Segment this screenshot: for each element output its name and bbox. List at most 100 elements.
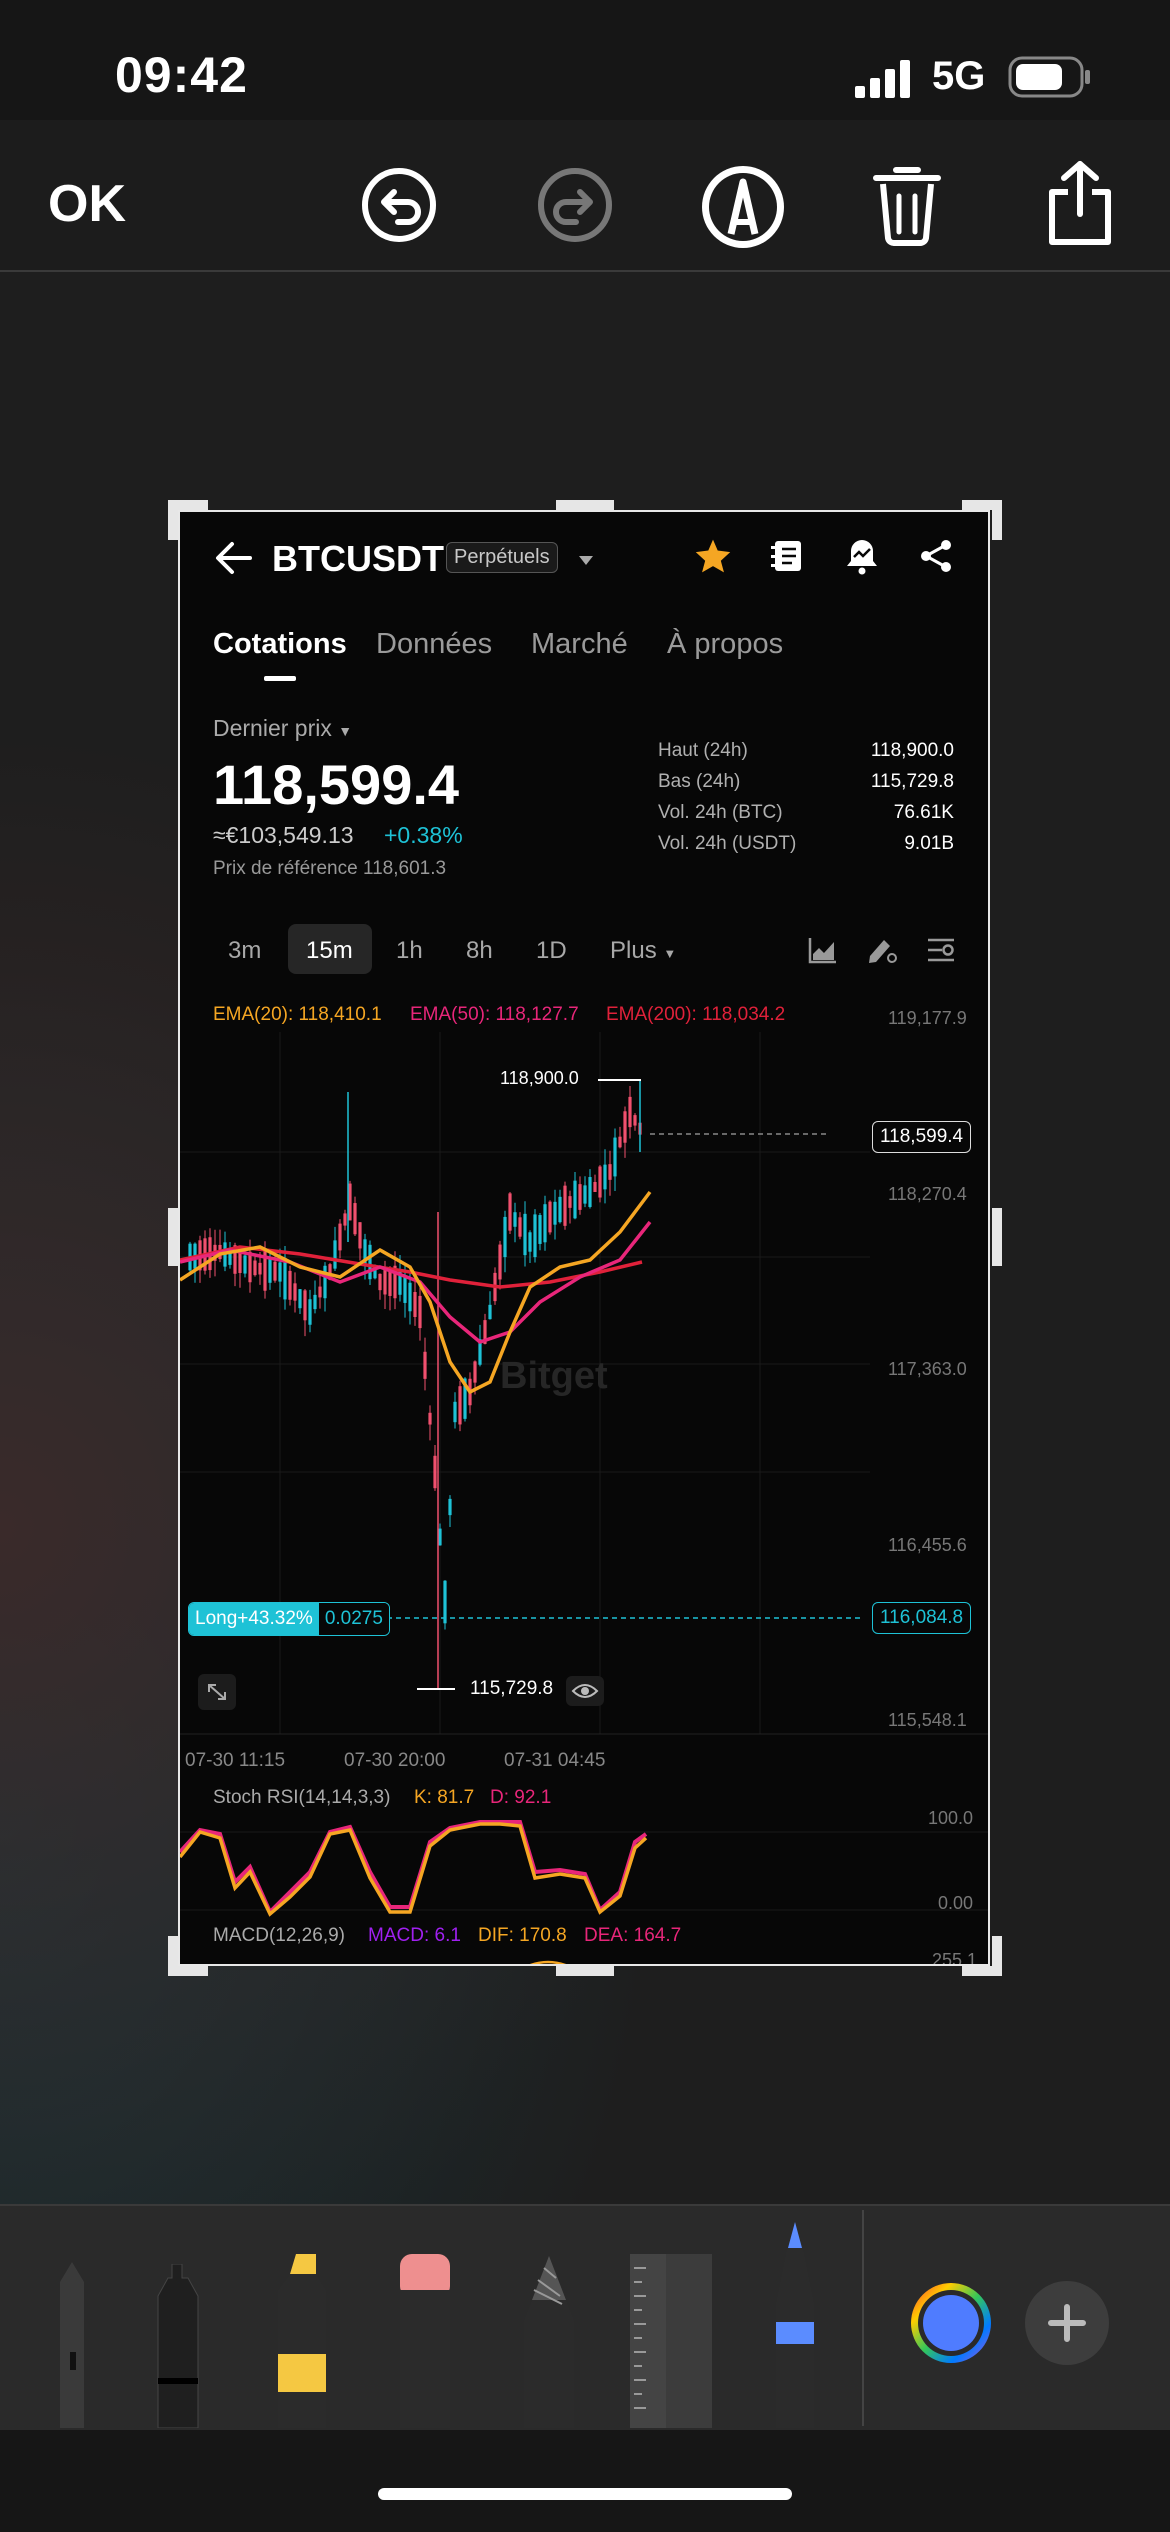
status-time: 09:42 (115, 47, 248, 103)
alert-bell-icon[interactable] (844, 537, 880, 580)
candle-body (608, 1164, 612, 1180)
timeframe-plus-label: Plus (610, 937, 657, 964)
stoch-rsi-label: Stoch RSI(14,14,3,3) (213, 1787, 391, 1808)
stat-label: Vol. 24h (BTC) (658, 802, 783, 823)
markup-pen-icon[interactable] (698, 162, 788, 257)
candle-body (243, 1255, 247, 1274)
ruler-tool-icon[interactable] (630, 2254, 712, 2433)
draw-tool-icon[interactable] (866, 934, 898, 969)
candle-body (578, 1184, 582, 1210)
home-indicator (378, 2488, 792, 2500)
time-axis-label: 07-30 20:00 (344, 1750, 446, 1771)
candle-body (358, 1222, 362, 1249)
caret-down-icon: ▼ (338, 723, 353, 739)
share-icon[interactable] (918, 538, 954, 579)
crop-handle-left-center[interactable] (168, 1208, 178, 1266)
highlighter-tool-icon[interactable] (274, 2254, 330, 2433)
candle-body (408, 1282, 412, 1312)
candle-body (338, 1223, 342, 1251)
candle-body (383, 1269, 387, 1295)
candle-body (518, 1217, 522, 1237)
candle-body (423, 1351, 427, 1379)
last-price-label-text: Dernier prix (213, 715, 332, 741)
timeframe-1d[interactable]: 1D (536, 937, 567, 965)
chart-type-icon[interactable] (808, 936, 838, 969)
fountain-pen-tool-icon[interactable] (770, 2222, 820, 2433)
timeframe-3m[interactable]: 3m (228, 937, 261, 965)
candle-body (438, 1528, 442, 1546)
timeframe-15m[interactable]: 15m (306, 937, 353, 965)
candle-body (533, 1214, 537, 1258)
crop-handle-bottom-left[interactable] (168, 1936, 178, 1976)
candle-body (498, 1244, 502, 1280)
candle-body (288, 1270, 292, 1300)
fullscreen-icon[interactable] (198, 1674, 236, 1710)
candle-body (488, 1304, 492, 1320)
time-axis-label: 07-30 11:15 (185, 1750, 286, 1771)
share-icon[interactable] (1042, 158, 1118, 253)
tab-cotations[interactable]: Cotations (213, 628, 347, 661)
lasso-tool-icon[interactable] (524, 2256, 574, 2433)
candle-body (523, 1213, 527, 1256)
candle-body (628, 1096, 632, 1128)
indicator-settings-icon[interactable] (926, 936, 956, 969)
candle-body (293, 1283, 297, 1301)
marker-tool-icon[interactable] (154, 2263, 202, 2433)
redo-icon[interactable] (536, 166, 614, 249)
eye-icon[interactable] (566, 1676, 604, 1706)
timeframe-1h[interactable]: 1h (396, 937, 423, 965)
trash-icon[interactable] (870, 160, 944, 251)
crop-handle-bottom-right[interactable] (992, 1936, 1002, 1976)
tab-a-propos[interactable]: À propos (667, 628, 783, 661)
candle-body (568, 1196, 572, 1208)
candle-body (618, 1136, 622, 1148)
stat-value: 115,729.8 (870, 771, 954, 792)
crop-handle-bottom-center[interactable] (556, 1966, 614, 1976)
crop-handle-top-center[interactable] (556, 500, 614, 510)
position-label: Long+43.32% (189, 1603, 319, 1635)
star-icon[interactable] (694, 538, 732, 579)
crop-handle-top-right[interactable] (992, 500, 1002, 540)
undo-icon[interactable] (360, 166, 438, 249)
crop-handle-right-center[interactable] (992, 1208, 1002, 1266)
candle-body (343, 1213, 347, 1226)
notebook-icon[interactable] (770, 538, 804, 579)
candle-body (623, 1111, 627, 1143)
stat-value: 9.01B (904, 833, 954, 854)
tab-marche[interactable]: Marché (531, 628, 628, 661)
ok-button[interactable]: OK (48, 174, 126, 234)
candle-body (473, 1361, 477, 1383)
timeframe-8h[interactable]: 8h (466, 937, 493, 965)
stat-label: Bas (24h) (658, 771, 741, 792)
reference-price: Prix de référence 118,601.3 (213, 858, 447, 879)
ema20-legend: EMA(20): 118,410.1 (213, 1004, 382, 1025)
tab-donnees[interactable]: Données (376, 628, 492, 661)
screenshot-image[interactable]: BTCUSDT Perpétuels Cotations Données Mar… (178, 510, 990, 1966)
candle-body (613, 1137, 617, 1177)
last-price-label[interactable]: Dernier prix ▼ (213, 715, 352, 742)
candle-body (558, 1196, 562, 1223)
color-picker-icon[interactable] (908, 2280, 994, 2371)
time-axis-label: 07-31 04:45 (504, 1750, 606, 1771)
pair-title: BTCUSDT (272, 538, 444, 579)
back-arrow-icon[interactable] (214, 540, 254, 581)
candle-body (428, 1412, 432, 1425)
stat-label: Vol. 24h (USDT) (658, 833, 797, 854)
contract-type-badge[interactable]: Perpétuels (446, 542, 558, 573)
candle-body (553, 1201, 557, 1225)
timeframe-plus[interactable]: Plus ▼ (610, 937, 676, 965)
candlestick-chart[interactable]: Bitget (180, 1032, 990, 1966)
add-tool-icon[interactable] (1024, 2280, 1110, 2371)
candle-body (433, 1455, 437, 1489)
caret-down-icon[interactable] (578, 554, 594, 572)
candle-body (378, 1273, 382, 1291)
price-axis-label: 116,455.6 (888, 1535, 967, 1555)
candle-body (453, 1401, 457, 1423)
eraser-tool-icon[interactable] (398, 2254, 452, 2433)
candle-body (603, 1164, 607, 1190)
position-tag[interactable]: Long+43.32% 0.0275 (188, 1602, 390, 1636)
candle-body (413, 1292, 417, 1317)
pen-tool-icon[interactable] (52, 2262, 92, 2433)
crop-handle-top-left[interactable] (168, 500, 178, 540)
candle-body (573, 1180, 577, 1219)
